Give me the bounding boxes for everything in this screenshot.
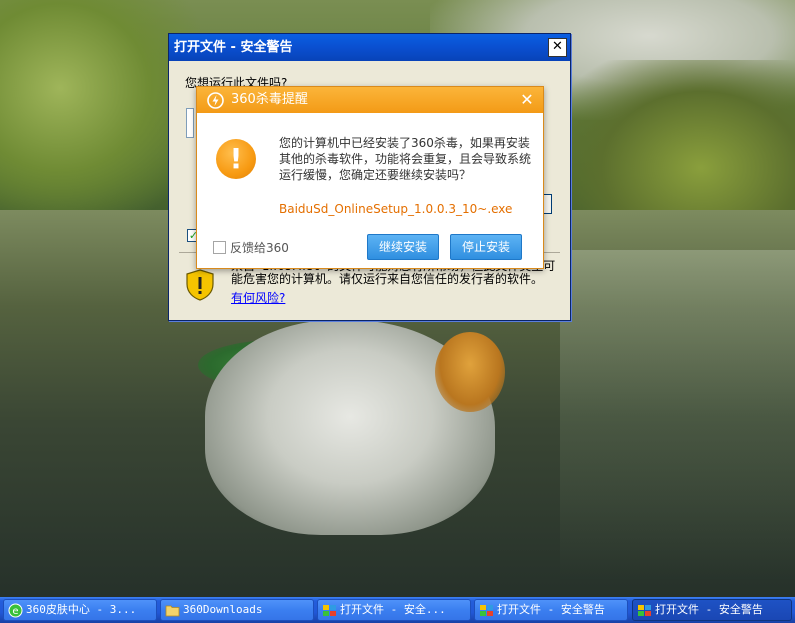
security-icon (480, 605, 493, 616)
wallpaper-fish-sculpture (435, 332, 505, 412)
alert-close-button[interactable]: ✕ (518, 90, 536, 110)
feedback-label[interactable]: 反馈给360 (230, 239, 289, 256)
taskbar-item-downloads[interactable]: 360Downloads (160, 599, 314, 621)
file-info-box (186, 108, 194, 138)
taskbar-item-label: 360Downloads (183, 603, 263, 616)
ie-icon: e (8, 603, 23, 618)
taskbar-item-label: 打开文件 - 安全... (340, 603, 446, 616)
security-icon (323, 605, 336, 616)
alert-filename: BaiduSd_OnlineSetup_1.0.0.3_10~.exe (279, 202, 513, 216)
taskbar-item-label: 360皮肤中心 - 3... (26, 603, 137, 616)
taskbar-item-security-1[interactable]: 打开文件 - 安全... (317, 599, 471, 621)
alert-title-bar[interactable]: 360杀毒提醒 ✕ (197, 87, 543, 113)
svg-text:e: e (12, 606, 18, 617)
360-logo-icon (207, 92, 224, 109)
taskbar-item-360-skin[interactable]: e 360皮肤中心 - 3... (3, 599, 157, 621)
taskbar-item-security-2[interactable]: 打开文件 - 安全警告 (474, 599, 628, 621)
taskbar-item-label: 打开文件 - 安全警告 (497, 603, 605, 616)
feedback-checkbox[interactable] (213, 241, 226, 254)
alert-footer: 反馈给360 继续安装 停止安装 (197, 231, 543, 268)
taskbar-item-security-active[interactable]: 打开文件 - 安全警告 (632, 599, 792, 621)
taskbar: e 360皮肤中心 - 3... 360Downloads 打开文件 - 安全.… (0, 597, 795, 623)
antivirus-alert-dialog: 360杀毒提醒 ✕ ! 您的计算机中已经安装了360杀毒，如果再安装其他的杀毒软… (196, 86, 544, 269)
alert-message: 您的计算机中已经安装了360杀毒，如果再安装其他的杀毒软件，功能将会重复，且会导… (279, 136, 532, 182)
wallpaper-reflection (560, 250, 795, 580)
warning-exclamation-icon: ! (216, 139, 256, 179)
risk-link[interactable]: 有何风险? (231, 289, 285, 306)
security-window-title[interactable]: 打开文件 - 安全警告 (169, 34, 570, 61)
security-window-close-button[interactable]: ✕ (548, 38, 567, 57)
alert-title: 360杀毒提醒 (231, 92, 308, 107)
taskbar-item-label: 打开文件 - 安全警告 (655, 603, 763, 616)
security-icon (638, 605, 651, 616)
stop-install-button[interactable]: 停止安装 (450, 234, 522, 260)
security-shield-icon (186, 269, 214, 301)
continue-install-button[interactable]: 继续安装 (367, 234, 439, 260)
folder-icon (165, 605, 180, 617)
